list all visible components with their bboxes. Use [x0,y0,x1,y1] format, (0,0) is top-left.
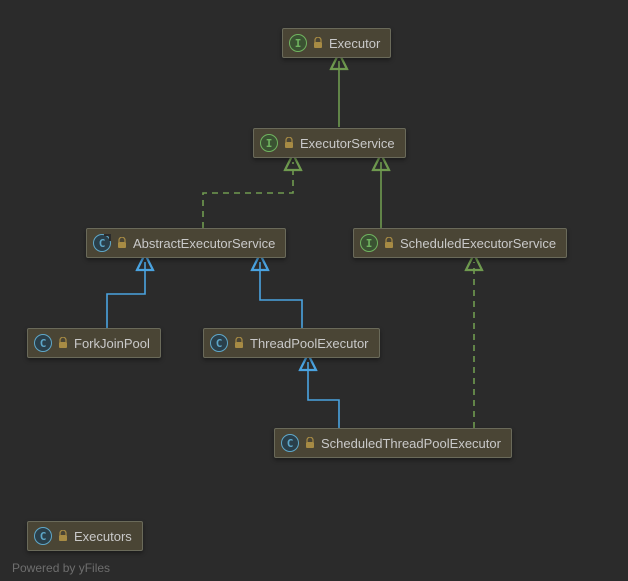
node-executor[interactable]: I Executor [282,28,391,58]
node-label: Executors [74,529,132,544]
node-label: ScheduledExecutorService [400,236,556,251]
node-label: ScheduledThreadPoolExecutor [321,436,501,451]
node-scheduled-thread-pool-executor[interactable]: C ScheduledThreadPoolExecutor [274,428,512,458]
diagram-canvas: I Executor I ExecutorService C AbstractE… [0,0,628,581]
node-abstract-executor-service[interactable]: C AbstractExecutorService [86,228,286,258]
node-label: Executor [329,36,380,51]
interface-badge-icon: I [260,134,278,152]
class-badge-icon: C [34,334,52,352]
footer-attribution: Powered by yFiles [12,561,110,575]
lock-icon [234,337,244,349]
node-label: AbstractExecutorService [133,236,275,251]
class-haircut-badge-icon: C [93,234,111,252]
lock-icon [284,137,294,149]
lock-icon [117,237,127,249]
interface-badge-icon: I [289,34,307,52]
node-scheduled-executor-service[interactable]: I ScheduledExecutorService [353,228,567,258]
node-label: ExecutorService [300,136,395,151]
node-label: ThreadPoolExecutor [250,336,369,351]
node-executors[interactable]: C Executors [27,521,143,551]
class-badge-icon: C [210,334,228,352]
node-executor-service[interactable]: I ExecutorService [253,128,406,158]
node-label: ForkJoinPool [74,336,150,351]
lock-icon [313,37,323,49]
node-thread-pool-executor[interactable]: C ThreadPoolExecutor [203,328,380,358]
interface-badge-icon: I [360,234,378,252]
edges-layer [0,0,628,581]
lock-icon [384,237,394,249]
lock-icon [305,437,315,449]
class-badge-icon: C [281,434,299,452]
lock-icon [58,337,68,349]
node-fork-join-pool[interactable]: C ForkJoinPool [27,328,161,358]
lock-icon [58,530,68,542]
class-badge-icon: C [34,527,52,545]
